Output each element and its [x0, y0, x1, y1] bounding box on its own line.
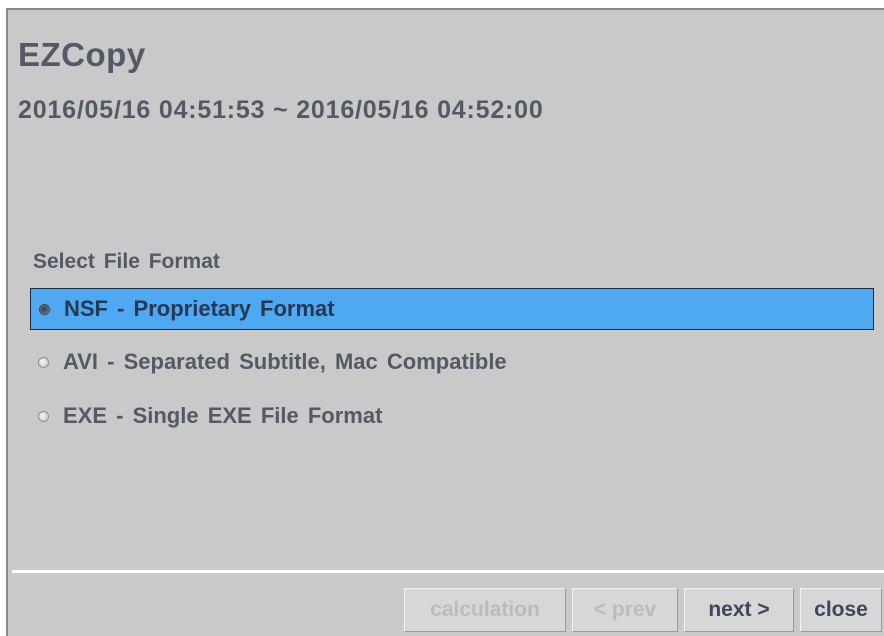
- time-range-label: 2016/05/16 04:51:53 ~ 2016/05/16 04:52:0…: [18, 96, 544, 124]
- radio-unchecked-icon[interactable]: [38, 356, 49, 368]
- ezcopy-dialog: EZCopy 2016/05/16 04:51:53 ~ 2016/05/16 …: [6, 8, 884, 636]
- format-option-avi[interactable]: AVI - Separated Subtitle, Mac Compatible: [30, 341, 874, 383]
- prev-button[interactable]: < prev: [572, 588, 678, 632]
- next-button[interactable]: next >: [684, 588, 794, 632]
- close-button[interactable]: close: [800, 588, 882, 632]
- format-option-exe[interactable]: EXE - Single EXE File Format: [30, 395, 874, 437]
- format-option-label: AVI - Separated Subtitle, Mac Compatible: [63, 349, 507, 374]
- format-option-nsf[interactable]: NSF - Proprietary Format: [30, 288, 874, 330]
- calculation-button[interactable]: calculation: [404, 588, 566, 632]
- radio-checked-icon[interactable]: [39, 303, 50, 315]
- format-option-label: EXE - Single EXE File Format: [63, 403, 383, 428]
- format-option-label: NSF - Proprietary Format: [64, 296, 335, 321]
- footer-divider: [12, 570, 884, 573]
- file-format-section-label: Select File Format: [33, 250, 220, 273]
- dialog-title: EZCopy: [18, 36, 146, 73]
- radio-unchecked-icon[interactable]: [38, 410, 49, 422]
